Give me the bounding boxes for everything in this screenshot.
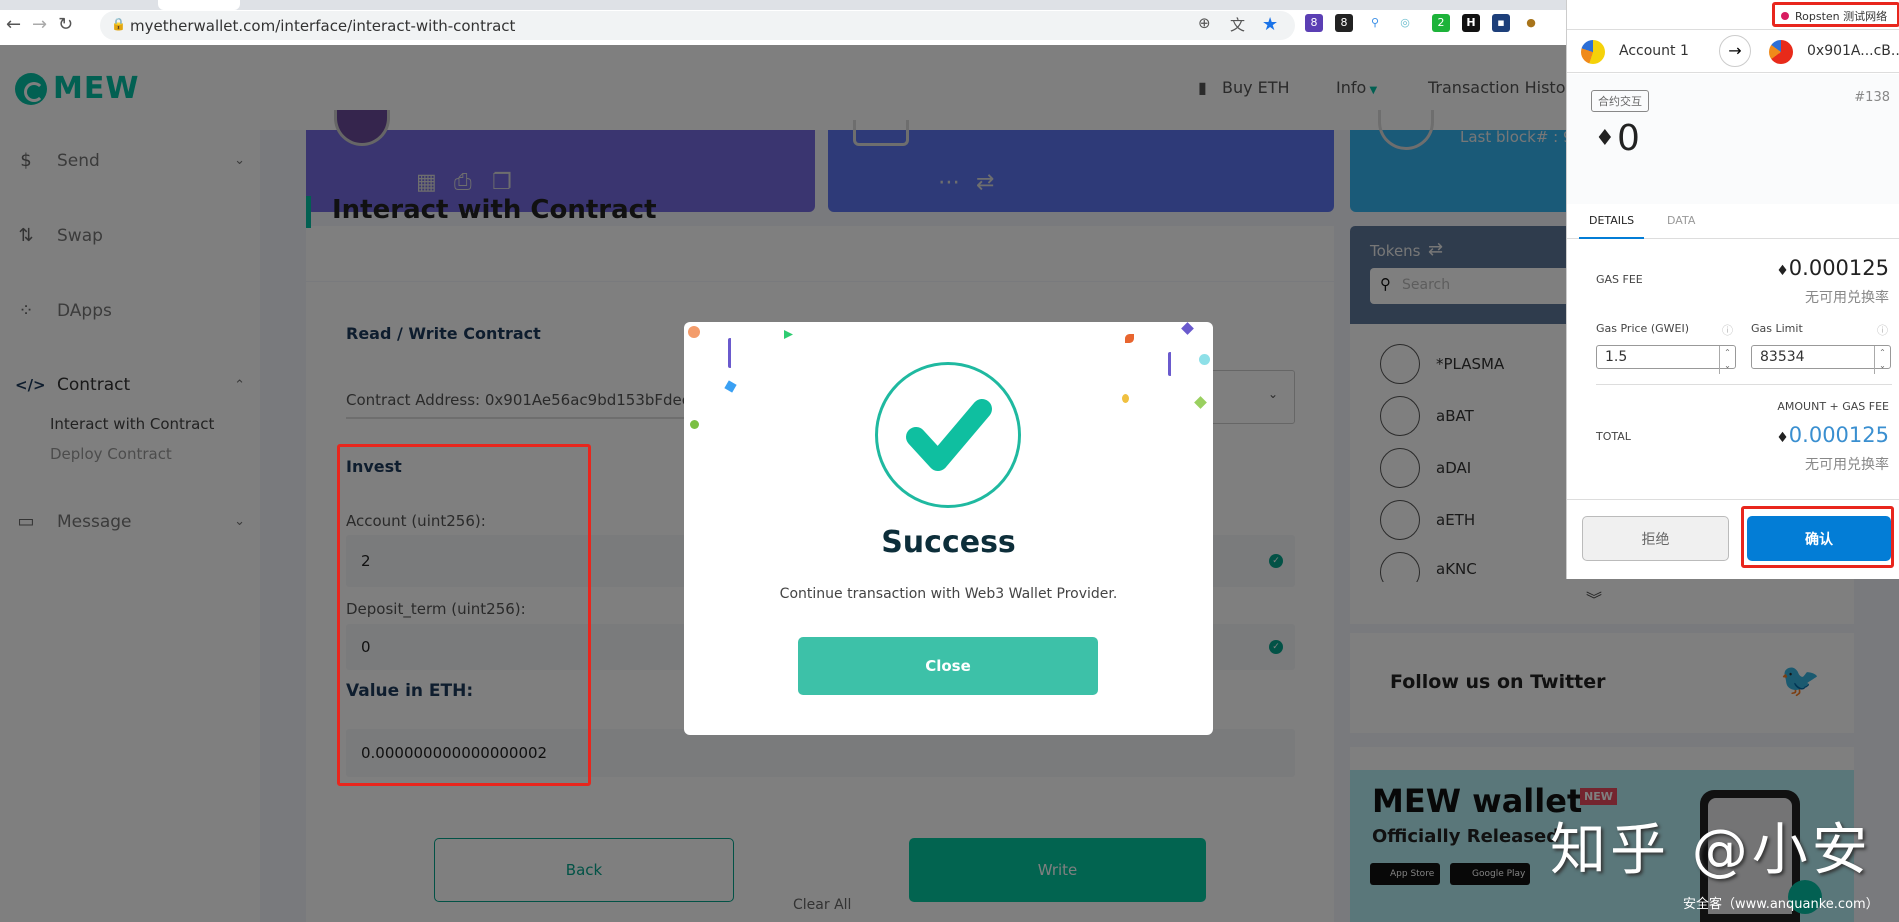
- tx-summary: 合约交互 #138 ♦ 0: [1567, 74, 1899, 204]
- account-row: Account 1 → 0x901A...cB...: [1567, 29, 1899, 73]
- confetti: [1122, 394, 1129, 403]
- zoom-icon[interactable]: ⊕: [1198, 14, 1211, 32]
- gas-fee-label: GAS FEE: [1596, 273, 1643, 286]
- tab-details[interactable]: DETAILS: [1579, 204, 1645, 239]
- modal-message: Continue transaction with Web3 Wallet Pr…: [779, 586, 1118, 602]
- h-extension-icon[interactable]: H: [1462, 14, 1480, 32]
- stepper-icon[interactable]: ⌃ ⌄: [1874, 346, 1890, 374]
- active-tab[interactable]: [158, 0, 240, 10]
- watermark-source: 安全客（www.anquanke.com）: [1683, 897, 1879, 912]
- extension-icon[interactable]: 8: [1305, 14, 1323, 32]
- gas-fee-fiat: 无可用兑换率: [1805, 290, 1889, 306]
- tab-data[interactable]: DATA: [1667, 214, 1695, 227]
- arrow-right-icon: →: [1719, 35, 1751, 67]
- extension-icon[interactable]: 2: [1432, 14, 1450, 32]
- confetti: [1181, 322, 1194, 335]
- total-label: TOTAL: [1596, 430, 1631, 443]
- gas-limit-label: Gas Limit: [1751, 322, 1803, 335]
- modal-title: Success: [881, 525, 1016, 560]
- nonce: #138: [1854, 90, 1890, 105]
- to-address: 0x901A...cB...: [1807, 43, 1899, 59]
- gas-limit-input[interactable]: 83534 ⌃ ⌄: [1751, 345, 1891, 374]
- gas-fee-value: ♦0.000125: [1776, 256, 1889, 280]
- gas-price-input[interactable]: 1.5 ⌃ ⌄: [1596, 345, 1736, 374]
- network-dot-icon: [1781, 12, 1789, 20]
- eth-icon: ♦: [1776, 263, 1789, 279]
- confetti: [1199, 354, 1210, 365]
- cookie-icon[interactable]: ●: [1522, 14, 1540, 32]
- confetti: [688, 326, 700, 338]
- amount-gas-label: AMOUNT + GAS FEE: [1777, 400, 1889, 413]
- confetti: [690, 420, 699, 429]
- confetti: [1194, 396, 1207, 409]
- confetti: [1125, 334, 1134, 343]
- confirm-button[interactable]: 确认: [1747, 516, 1891, 561]
- back-icon[interactable]: ←: [6, 14, 21, 35]
- success-circle: [875, 362, 1021, 508]
- stepper-icon[interactable]: ⌃ ⌄: [1719, 346, 1735, 374]
- lock-icon: 🔒: [111, 17, 126, 31]
- divider: [1596, 384, 1892, 385]
- metamask-popup: Ropsten 测试网络 Account 1 → 0x901A...cB... …: [1566, 0, 1899, 579]
- checkmark-icon: [906, 399, 992, 471]
- recipient-avatar: [1769, 40, 1793, 64]
- extension-icon[interactable]: ◎: [1396, 14, 1414, 32]
- tx-amount: 0: [1617, 118, 1640, 159]
- info-icon[interactable]: ⓘ: [1722, 322, 1733, 338]
- reject-button[interactable]: 拒绝: [1582, 516, 1729, 561]
- confetti: [1168, 352, 1172, 376]
- extension-icon[interactable]: 8: [1335, 14, 1353, 32]
- mm-tabs: DETAILS DATA: [1567, 204, 1899, 239]
- forward-icon[interactable]: →: [32, 14, 47, 35]
- confetti: [728, 338, 732, 368]
- total-value: ♦0.000125: [1776, 423, 1889, 447]
- extension-icon[interactable]: ▪: [1492, 14, 1510, 32]
- gas-price-label: Gas Price (GWEI): [1596, 322, 1690, 335]
- pin-extension-icon[interactable]: ⚲: [1366, 14, 1384, 32]
- account-avatar: [1581, 40, 1605, 64]
- watermark: 知乎 @小安: [1550, 818, 1872, 883]
- eth-icon: ♦: [1595, 126, 1615, 151]
- from-account: Account 1: [1619, 43, 1689, 59]
- total-fiat: 无可用兑换率: [1805, 457, 1889, 473]
- confetti: [724, 380, 737, 393]
- bookmark-star-icon[interactable]: ★: [1262, 14, 1278, 35]
- network-indicator[interactable]: Ropsten 测试网络: [1772, 2, 1899, 27]
- tx-type-badge: 合约交互: [1591, 90, 1649, 112]
- info-icon[interactable]: ⓘ: [1877, 322, 1888, 338]
- divider: [1567, 499, 1899, 500]
- confetti: [784, 330, 793, 339]
- reload-icon[interactable]: ↻: [58, 14, 73, 35]
- success-modal: Success Continue transaction with Web3 W…: [684, 322, 1213, 735]
- url-text[interactable]: myetherwallet.com/interface/interact-wit…: [130, 17, 515, 35]
- highlight-box: [337, 444, 591, 786]
- translate-icon[interactable]: 文: [1230, 14, 1245, 35]
- eth-icon: ♦: [1776, 430, 1789, 446]
- close-button[interactable]: Close: [798, 637, 1098, 695]
